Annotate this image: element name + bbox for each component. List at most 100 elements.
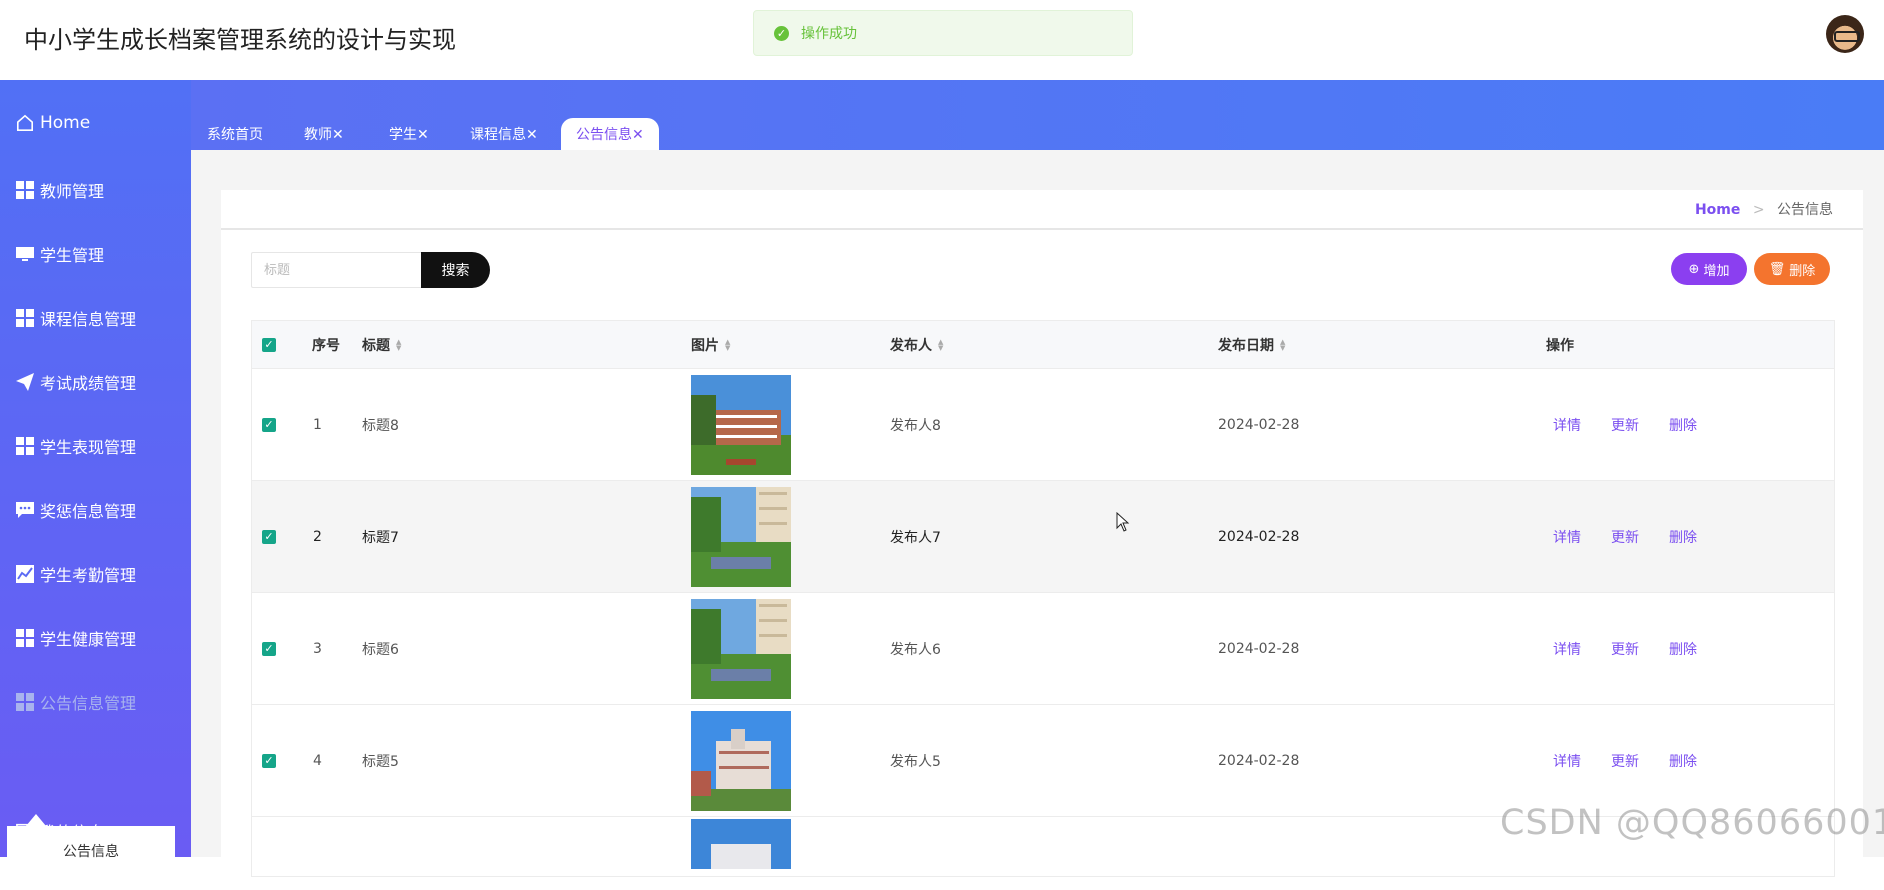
table-row[interactable]: ✓ 1 标题8 发布人8 2024-02-28 详情 更新 删除 [252,368,1834,480]
sidebar-item-course[interactable]: 课程信息管理 [0,298,191,338]
avatar[interactable] [1826,15,1864,53]
tab-teacher[interactable]: 教师✕ [289,118,359,150]
sidebar-item-reward[interactable]: 奖惩信息管理 [0,490,191,530]
sort-icon: ▲ ▼ [725,337,731,352]
check-icon: ✓ [262,417,276,432]
detail-link[interactable]: 详情 [1553,751,1581,771]
header-date[interactable]: 发布日期 ▲ ▼ [1218,321,1285,368]
header-publisher[interactable]: 发布人 ▲ ▼ [890,321,943,368]
sidebar-item-label: Home [40,113,91,133]
delete-link[interactable]: 删除 [1669,751,1697,771]
row-image [691,705,791,816]
row-checkbox[interactable]: ✓ [262,369,276,480]
content-panel: Home > 公告信息 搜索 ⊕ 增加 🗑 删除 ✓ 序号 标题 ▲▼ 图片 ▲▼ … [221,190,1863,890]
row-image [691,817,791,876]
row-actions: 详情 更新 删除 [1553,369,1727,480]
row-publisher: 发布人8 [890,417,941,434]
chart-icon [16,565,34,583]
detail-link[interactable]: 详情 [1553,527,1581,547]
delete-link[interactable]: 删除 [1669,415,1697,435]
delete-link[interactable]: 删除 [1669,527,1697,547]
delete-link[interactable]: 删除 [1669,639,1697,659]
school-building-image [691,819,791,869]
breadcrumb-home[interactable]: Home [1695,202,1740,218]
success-toast: ✓ 操作成功 [753,10,1133,56]
search-button[interactable]: 搜索 [421,252,490,288]
update-link[interactable]: 更新 [1611,527,1639,547]
grid-icon [16,181,34,199]
sort-icon: ▲ ▼ [1280,337,1286,352]
header-ops: 操作 [1546,337,1574,354]
search-input[interactable] [251,252,421,288]
sidebar-item-label: 我的信息 [40,823,105,842]
sidebar-item-teacher[interactable]: 教师管理 [0,170,191,210]
row-title: 标题5 [362,753,399,770]
table-row[interactable]: ✓ 2 标题7 发布人7 2024-02-28 详情 更新 删除 [252,480,1834,592]
school-garden-image [691,598,791,699]
divider [221,228,1863,230]
detail-link[interactable]: 详情 [1553,639,1581,659]
row-date: 2024-02-28 [1218,528,1300,545]
sidebar-item-attendance[interactable]: 学生考勤管理 [0,554,191,594]
sidebar-item-profile[interactable]: 我的信息 [0,811,191,851]
sidebar-item-performance[interactable]: 学生表现管理 [0,426,191,466]
check-icon: ✓ [262,641,276,656]
row-title: 标题7 [362,529,399,546]
check-icon: ✓ [262,529,276,544]
check-circle-icon: ✓ [774,25,789,41]
row-publisher: 发布人6 [890,641,941,658]
update-link[interactable]: 更新 [1611,639,1639,659]
row-index: 1 [313,416,322,433]
row-actions: 详情 更新 删除 [1553,705,1727,816]
row-title: 标题8 [362,417,399,434]
main-content: Home > 公告信息 搜索 ⊕ 增加 🗑 删除 ✓ 序号 标题 ▲▼ 图片 ▲▼ … [191,150,1884,890]
add-button[interactable]: ⊕ 增加 [1671,253,1747,285]
tab-home[interactable]: 系统首页 [192,118,278,150]
sidebar-item-exam[interactable]: 考试成绩管理 [0,362,191,402]
row-actions: 详情 更新 删除 [1553,593,1727,704]
grid-icon [16,437,34,455]
update-link[interactable]: 更新 [1611,751,1639,771]
sidebar-item-label: 课程信息管理 [40,310,137,329]
sidebar-item-label: 考试成绩管理 [40,374,137,393]
sidebar-item-student[interactable]: 学生管理 [0,234,191,274]
header-image[interactable]: 图片 ▲ ▼ [691,321,730,368]
row-checkbox[interactable]: ✓ [262,705,276,816]
delete-button[interactable]: 🗑 删除 [1754,253,1830,285]
plus-circle-icon: ⊕ [1688,261,1700,277]
update-link[interactable]: 更新 [1611,415,1639,435]
grid-icon [16,309,34,327]
tab-bar: 系统首页 教师✕ 学生✕ 课程信息✕ 公告信息✕ [191,80,1884,150]
row-date: 2024-02-28 [1218,416,1300,433]
tab-course[interactable]: 课程信息✕ [455,118,553,150]
chat-icon [16,501,34,519]
row-checkbox[interactable]: ✓ [262,481,276,592]
school-garden-image [691,486,791,587]
check-icon: ✓ [262,753,276,768]
check-icon: ✓ [262,337,276,352]
sidebar-item-home[interactable]: Home [0,103,191,143]
paper-plane-icon [16,373,34,391]
trash-icon: 🗑 [1768,261,1786,277]
select-all-checkbox[interactable]: ✓ [262,321,276,368]
row-image [691,481,791,592]
detail-link[interactable]: 详情 [1553,415,1581,435]
tab-notice[interactable]: 公告信息✕ [561,118,659,150]
table-row[interactable]: ✓ 4 标题5 发布人5 2024-02-28 详情 更新 删除 [252,704,1834,816]
sidebar-item-notice[interactable]: 公告信息管理 [0,682,191,722]
table-row[interactable]: ✓ 3 标题6 发布人6 2024-02-28 详情 更新 删除 [252,592,1834,704]
card-icon [16,822,34,840]
sort-icon: ▲ ▼ [396,337,402,352]
row-checkbox[interactable]: ✓ [262,593,276,704]
header-title[interactable]: 标题 ▲ ▼ [362,321,401,368]
sidebar-item-health[interactable]: 学生健康管理 [0,618,191,658]
app-title: 中小学生成长档案管理系统的设计与实现 [24,26,456,54]
sidebar-item-label: 学生管理 [40,246,105,265]
breadcrumb-separator: > [1752,202,1765,218]
row-image [691,369,791,480]
row-index: 2 [313,528,322,545]
header-publisher-label: 发布人 [890,337,932,354]
sidebar: Home 教师管理 学生管理 课程信息管理 考试成绩管理 学生表现管理 奖惩信息… [0,80,191,876]
tab-student[interactable]: 学生✕ [374,118,444,150]
notice-table: ✓ 序号 标题 ▲ ▼ 图片 ▲ ▼ 发布人 ▲ ▼ 发布日期 ▲ ▼ 操作 ✓ 1 标题8 [251,320,1835,877]
